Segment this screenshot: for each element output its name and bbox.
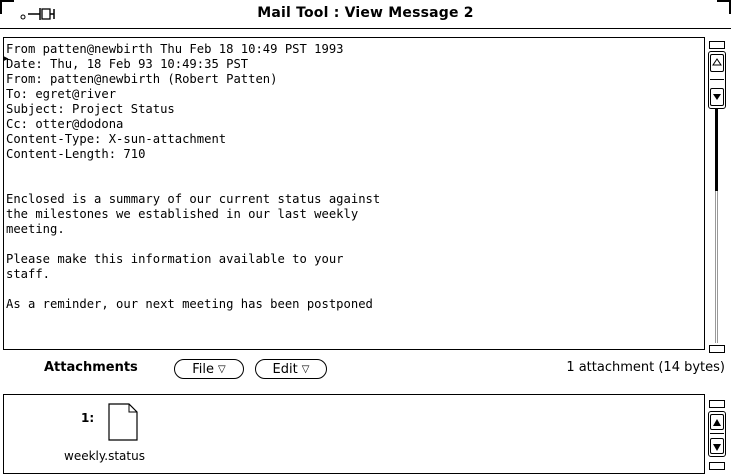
window-title: Mail Tool : View Message 2 — [257, 5, 474, 21]
message-line: meeting. — [6, 222, 65, 236]
attachment-count: 1 attachment (14 bytes) — [566, 360, 725, 375]
message-line: From patten@newbirth Thu Feb 18 10:49 PS… — [6, 42, 344, 56]
scroll-up-button[interactable] — [710, 54, 724, 72]
message-line: Cc: otter@dodona — [6, 117, 124, 131]
message-line: From: patten@newbirth (Robert Patten) — [6, 72, 278, 86]
insertion-caret-icon: ▸ — [4, 54, 9, 64]
attachment-scrollbar[interactable] — [707, 394, 727, 474]
file-menu-label: File — [192, 362, 215, 377]
scroll-up-arrow-icon — [712, 58, 722, 66]
scrollbar-track[interactable] — [715, 191, 718, 343]
menu-triangle-icon: ▽ — [301, 364, 310, 375]
menu-triangle-icon: ▽ — [218, 364, 226, 375]
scroll-down-arrow-icon — [713, 94, 721, 100]
message-body[interactable]: From patten@newbirth Thu Feb 18 10:49 PS… — [4, 38, 704, 312]
attachment-file-name[interactable]: weekly.status — [64, 449, 145, 463]
scroll-down-button[interactable] — [710, 438, 724, 454]
file-menu-button[interactable]: File ▽ — [174, 359, 244, 379]
mail-tool-window: Mail Tool : View Message 2 ▸ From patten… — [0, 0, 731, 476]
scrollbar-bottom-cable-anchor[interactable] — [709, 462, 725, 470]
scrollbar-elevator[interactable] — [708, 51, 726, 109]
message-line: Content-Length: 710 — [6, 147, 146, 161]
message-line: As a reminder, our next meeting has been… — [6, 297, 373, 311]
message-scrollbar[interactable] — [707, 37, 727, 357]
scroll-up-arrow-icon — [713, 419, 721, 426]
edit-menu-button[interactable]: Edit ▽ — [255, 359, 327, 379]
message-line: Please make this information available t… — [6, 252, 344, 266]
message-line: the milestones we established in our las… — [6, 207, 359, 221]
scrollbar-top-cable-anchor[interactable] — [709, 41, 725, 49]
message-text-pane[interactable]: ▸ From patten@newbirth Thu Feb 18 10:49 … — [3, 37, 705, 350]
message-line: Subject: Project Status — [6, 102, 175, 116]
scrollbar-proportion-indicator — [715, 109, 718, 191]
scroll-down-arrow-icon — [713, 444, 721, 451]
scrollbar-elevator[interactable] — [708, 411, 726, 457]
scroll-down-button[interactable] — [710, 88, 724, 106]
attachments-label: Attachments — [44, 360, 138, 375]
attachment-number: 1: — [81, 411, 95, 425]
message-line: To: egret@river — [6, 87, 117, 101]
attachment-pane[interactable]: 1: weekly.status — [3, 394, 705, 474]
scrollbar-bottom-cable-anchor[interactable] — [709, 345, 725, 353]
message-line: Date: Thu, 18 Feb 93 10:49:35 PST — [6, 57, 249, 71]
message-line: Content-Type: X-sun-attachment — [6, 132, 227, 146]
scrollbar-top-cable-anchor[interactable] — [709, 400, 725, 408]
document-icon[interactable] — [108, 403, 138, 441]
message-line: Enclosed is a summary of our current sta… — [6, 192, 381, 206]
edit-menu-label: Edit — [272, 362, 298, 377]
title-bar[interactable]: Mail Tool : View Message 2 — [0, 0, 731, 29]
scroll-up-button[interactable] — [710, 414, 724, 430]
message-line: staff. — [6, 267, 51, 281]
